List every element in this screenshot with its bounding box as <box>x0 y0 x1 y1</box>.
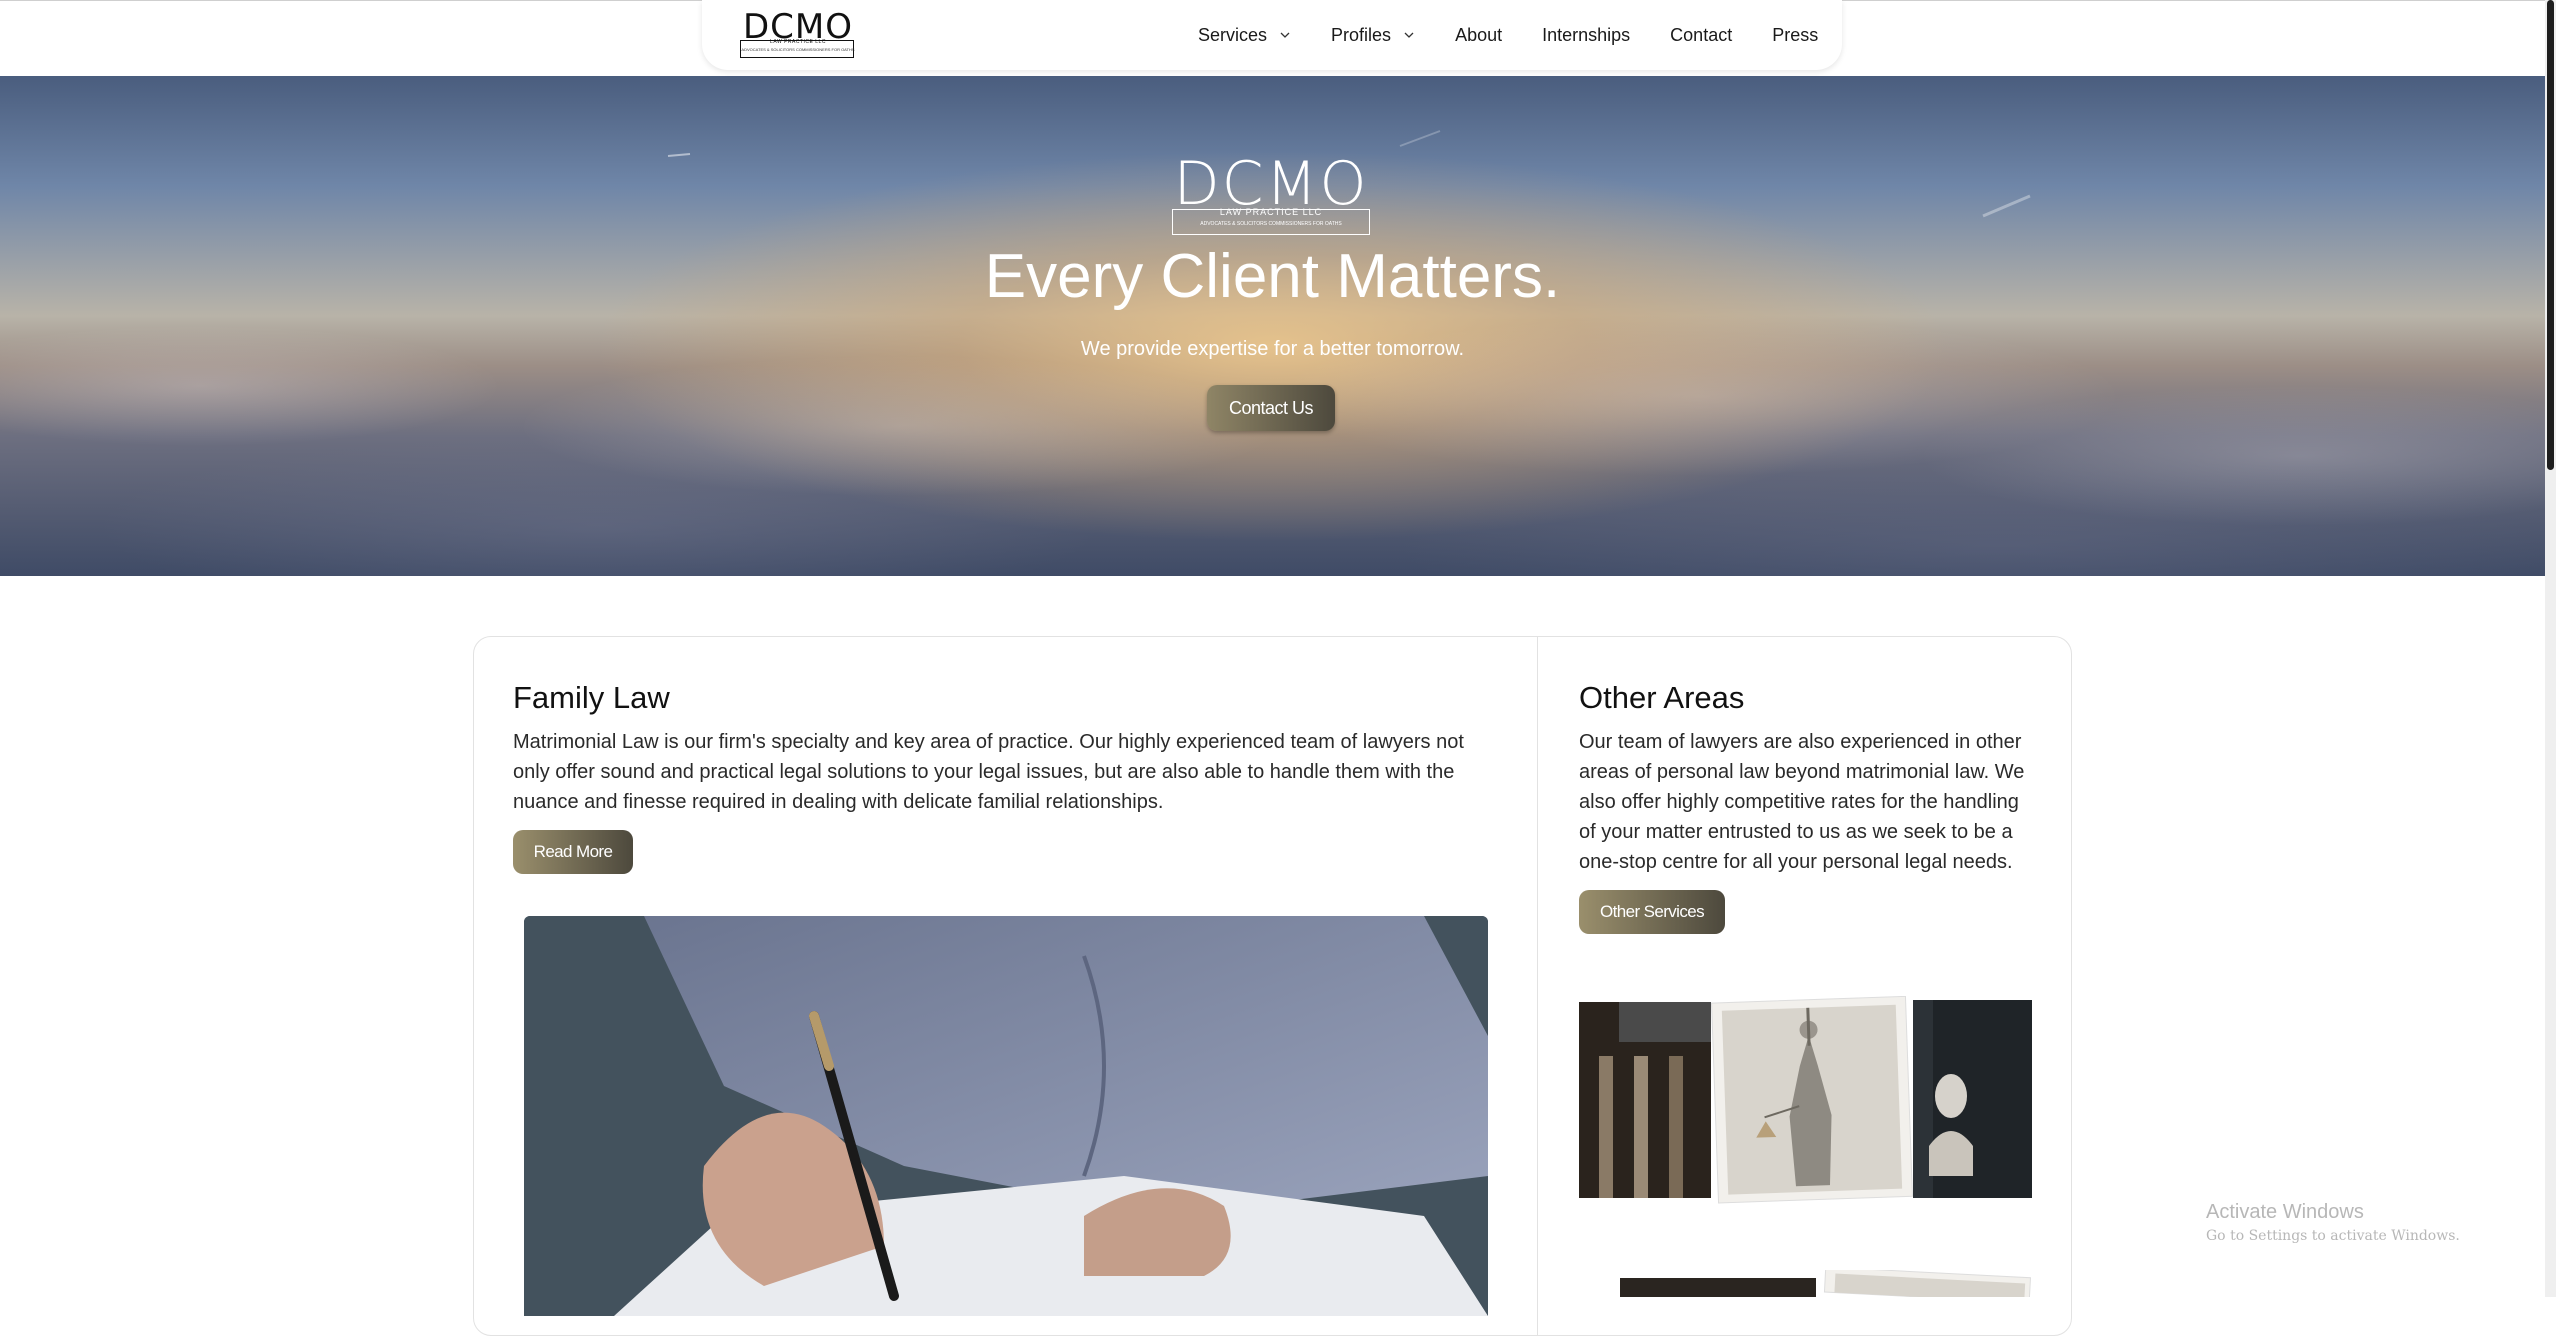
other-services-button[interactable]: Other Services <box>1579 890 1725 934</box>
law-image-gallery <box>1579 996 2032 1204</box>
hero-logo: DCMO LAW PRACTICE LLC ADVOCATES & SOLICI… <box>1168 152 1374 240</box>
hero-banner: DCMO LAW PRACTICE LLC ADVOCATES & SOLICI… <box>0 76 2545 576</box>
other-areas-description: Our team of lawyers are also experienced… <box>1579 731 2025 873</box>
nav-item-label: About <box>1455 24 1503 45</box>
nav-menu: Services Profiles About Internships Cont… <box>1198 0 1818 70</box>
activate-windows-title: Activate Windows <box>2206 1201 2364 1223</box>
nav-item-label: Press <box>1772 24 1819 45</box>
contact-us-button[interactable]: Contact Us <box>1207 385 1335 431</box>
nav-item-label: Contact <box>1670 24 1733 45</box>
activate-windows-hint: Go to Settings to activate Windows. <box>2206 1228 2460 1244</box>
hero-logo-tagline: ADVOCATES & SOLICITORS COMMISSIONERS FOR… <box>1200 221 1342 227</box>
site-logo[interactable]: DCMO LAW PRACTICE LLC ADVOCATES & SOLICI… <box>738 9 858 61</box>
signing-document-image <box>524 916 1488 1316</box>
family-law-title: Family Law <box>513 680 670 715</box>
hero-title: Every Client Matters. <box>984 242 1561 311</box>
nav-item-internships[interactable]: Internships <box>1542 25 1630 46</box>
chevron-down-icon <box>1280 32 1290 38</box>
logo-subtitle: LAW PRACTICE LLC <box>770 39 826 45</box>
hero-logo-subtitle: LAW PRACTICE LLC <box>1219 207 1323 217</box>
law-image-gallery-row2 <box>1620 1270 2032 1297</box>
nav-item-profiles[interactable]: Profiles <box>1331 25 1415 46</box>
hero-subtitle: We provide expertise for a better tomorr… <box>1080 338 1465 360</box>
family-law-photo <box>524 916 1488 1316</box>
column-divider <box>1537 636 1538 1336</box>
scrollbar-thumb[interactable] <box>2547 0 2554 470</box>
nav-item-label: Services <box>1198 24 1268 45</box>
nav-item-about[interactable]: About <box>1455 25 1502 46</box>
family-law-description: Matrimonial Law is our firm's specialty … <box>513 731 1464 813</box>
nav-item-services[interactable]: Services <box>1198 25 1291 46</box>
gallery-images-row2 <box>1620 1270 2032 1297</box>
nav-item-press[interactable]: Press <box>1772 25 1818 46</box>
nav-item-contact[interactable]: Contact <box>1670 25 1732 46</box>
nav-item-label: Internships <box>1542 24 1631 45</box>
read-more-button[interactable]: Read More <box>513 830 633 874</box>
top-navigation: DCMO LAW PRACTICE LLC ADVOCATES & SOLICI… <box>702 0 1842 70</box>
nav-item-label: Profiles <box>1331 24 1392 45</box>
gallery-images <box>1579 996 2032 1204</box>
logo-tagline: ADVOCATES & SOLICITORS COMMISSIONERS FOR… <box>741 47 855 52</box>
other-areas-title: Other Areas <box>1579 680 1745 715</box>
chevron-down-icon <box>1404 32 1414 38</box>
